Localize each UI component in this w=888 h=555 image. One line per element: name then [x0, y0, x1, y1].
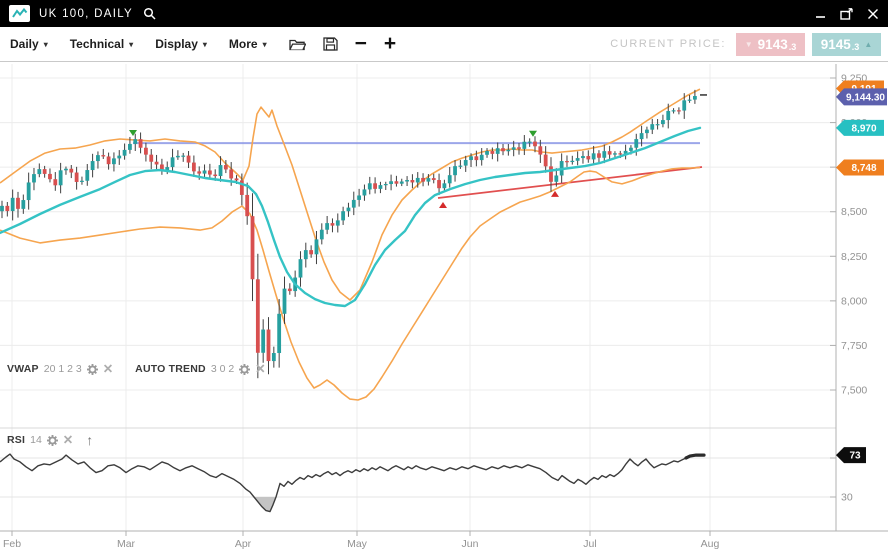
upper-band-line [0, 89, 700, 300]
vwap-bands [0, 89, 700, 400]
sell-price-button[interactable]: ▼ 9143.3 [736, 33, 805, 56]
svg-text:8,970: 8,970 [851, 123, 876, 134]
lower-band-badge: 8,748 [836, 160, 884, 176]
svg-text:9,144.30: 9,144.30 [846, 92, 885, 103]
gridlines [0, 64, 836, 531]
zoom-in-button[interactable]: + [384, 34, 396, 54]
autotrend-close-icon[interactable]: ✕ [255, 364, 265, 374]
autotrend-settings-gear-icon[interactable] [239, 364, 250, 375]
zoom-out-button[interactable]: − [355, 34, 367, 54]
save-icon[interactable] [323, 37, 338, 51]
search-icon[interactable] [143, 7, 156, 20]
rsi-legend-row: RSI 14 ✕ ↑ [7, 434, 93, 446]
svg-text:Mar: Mar [117, 538, 136, 550]
buy-price-button[interactable]: 9145.3 ▲ [812, 33, 881, 56]
last-price-badge: 9,144.30 [836, 88, 887, 105]
autotrend-legend-name: AUTO TREND [135, 363, 206, 375]
svg-text:8,000: 8,000 [841, 295, 867, 307]
buy-marker-icon [551, 191, 559, 197]
instrument-title: UK 100, DAILY [39, 8, 133, 20]
svg-text:7,750: 7,750 [841, 340, 867, 352]
menu-daily[interactable]: Daily▾ [10, 37, 48, 51]
menu-technical[interactable]: Technical▾ [70, 37, 133, 51]
chart-logo-icon [9, 5, 30, 22]
minimize-button[interactable] [815, 8, 826, 19]
rsi-close-icon[interactable]: ✕ [63, 435, 73, 445]
svg-text:30: 30 [841, 492, 853, 504]
menu-display[interactable]: Display▾ [155, 37, 207, 51]
svg-text:8,250: 8,250 [841, 251, 867, 263]
sell-marker-icon [129, 130, 137, 136]
open-folder-icon[interactable] [289, 37, 306, 51]
rsi-settings-gear-icon[interactable] [47, 435, 58, 446]
current-price-panel: CURRENT PRICE: ▼ 9143.3 9145.3 ▲ [610, 33, 881, 56]
arrow-up-icon: ▲ [864, 40, 872, 49]
chevron-down-icon: ▾ [44, 40, 48, 49]
title-bar: UK 100, DAILY [0, 0, 888, 27]
price-badges: 9,1918,9708,7489,144.3073 [836, 81, 887, 464]
vwap-settings-gear-icon[interactable] [87, 364, 98, 375]
svg-text:Jul: Jul [583, 538, 596, 550]
vwap-badge: 8,970 [836, 120, 884, 136]
close-icon[interactable] [867, 8, 879, 20]
last-bar-tick [700, 94, 707, 96]
svg-text:Apr: Apr [235, 538, 252, 550]
svg-text:8,500: 8,500 [841, 206, 867, 218]
menu-more[interactable]: More▾ [229, 37, 267, 51]
axes: 9,2509,0008,7508,5008,2508,0007,7507,500… [0, 64, 888, 550]
svg-text:May: May [347, 538, 368, 550]
vwap-legend-params: 20 1 2 3 [44, 363, 82, 375]
chart-area: 9,2509,0008,7508,5008,2508,0007,7507,500… [0, 62, 888, 555]
svg-text:Jun: Jun [462, 538, 479, 550]
sell-price-fraction: .3 [789, 42, 797, 52]
rsi-pane [0, 454, 704, 512]
chevron-down-icon: ▾ [129, 40, 133, 49]
vwap-close-icon[interactable]: ✕ [103, 364, 113, 374]
toolbar: Daily▾ Technical▾ Display▾ More▾ − + CUR… [0, 27, 888, 62]
chart-window: UK 100, DAILY Daily▾ Technical▾ Display▾… [0, 0, 888, 555]
buy-price-value: 9145 [821, 37, 851, 52]
rsi-line [0, 454, 704, 512]
vwap-legend-name: VWAP [7, 363, 39, 375]
indicator-legend-row: VWAP 20 1 2 3 ✕ AUTO TREND 3 0 2 ✕ [7, 363, 266, 375]
chevron-down-icon: ▾ [203, 40, 207, 49]
current-price-label: CURRENT PRICE: [610, 38, 726, 50]
svg-text:7,500: 7,500 [841, 385, 867, 397]
auto-trend-lines [133, 143, 702, 198]
price-chart-canvas[interactable]: 9,2509,0008,7508,5008,2508,0007,7507,500… [0, 62, 888, 555]
arrow-down-icon: ▼ [745, 40, 753, 49]
sell-price-value: 9143 [758, 37, 788, 52]
chevron-down-icon: ▾ [263, 40, 267, 49]
popout-button[interactable] [840, 8, 853, 20]
svg-text:73: 73 [849, 451, 861, 462]
buy-marker-icon [439, 202, 447, 208]
buy-price-fraction: .3 [852, 42, 860, 52]
move-pane-up-icon[interactable]: ↑ [86, 435, 93, 445]
sell-marker-icon [529, 131, 537, 137]
svg-text:Aug: Aug [701, 538, 720, 550]
svg-text:Feb: Feb [3, 538, 21, 550]
rsi-legend-name: RSI [7, 434, 25, 446]
svg-text:8,748: 8,748 [851, 163, 876, 174]
rsi-legend-params: 14 [30, 434, 42, 446]
autotrend-legend-params: 3 0 2 [211, 363, 234, 375]
